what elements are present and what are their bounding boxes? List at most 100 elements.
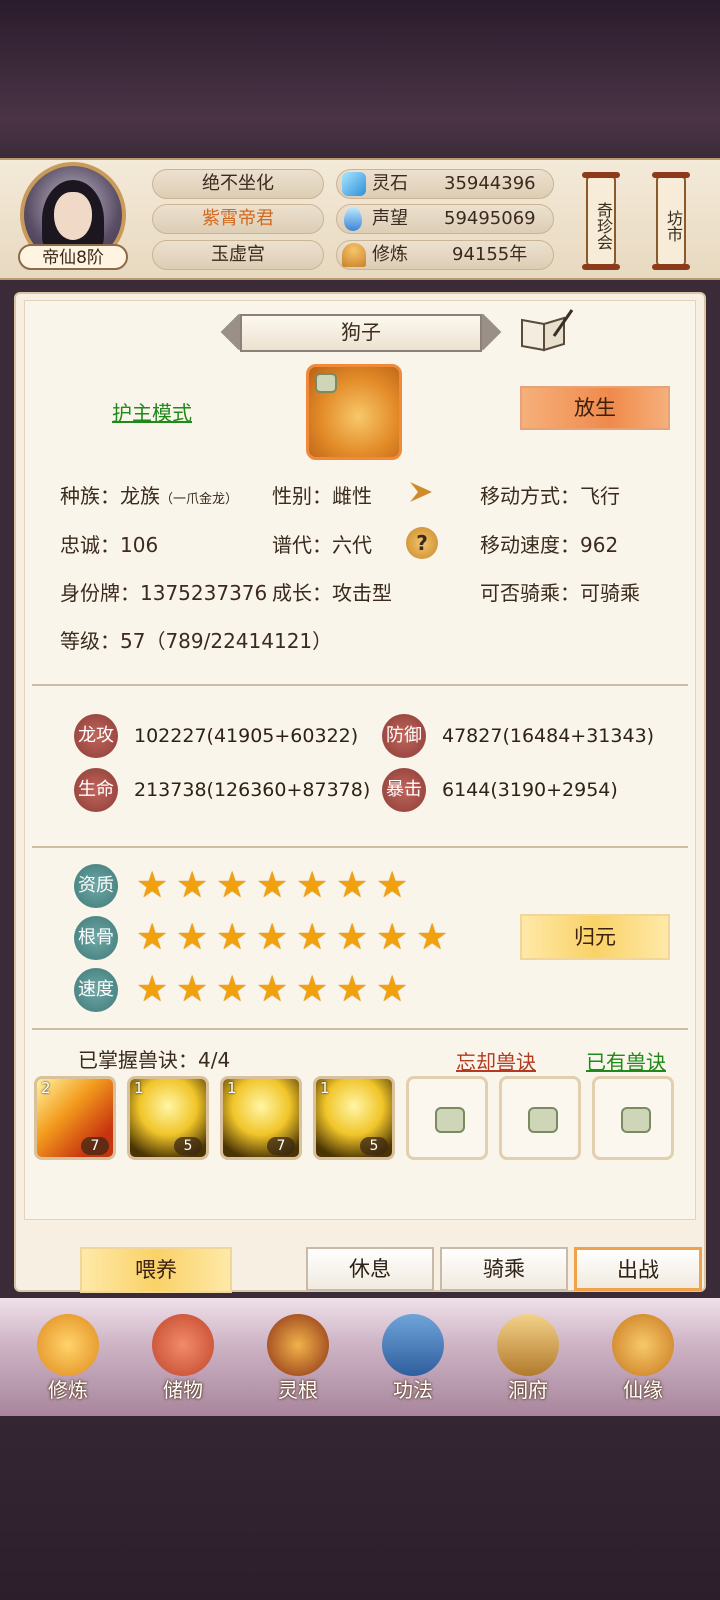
star-icon: ★ [376, 865, 409, 906]
cultivate-icon [37, 1314, 99, 1376]
locked-skill-slot[interactable] [592, 1076, 674, 1160]
star-icon: ★ [336, 969, 369, 1010]
move-type-value: 飞行 [580, 484, 620, 508]
skill-count: 5 [360, 1137, 388, 1155]
skill-level: 1 [134, 1079, 144, 1097]
divider [32, 684, 688, 686]
star-icon: ★ [136, 865, 169, 906]
treasure-pavilion-button[interactable]: 奇珍会 [582, 172, 620, 270]
lock-icon [621, 1107, 651, 1133]
rideable-value: 可骑乘 [580, 581, 640, 605]
locked-skill-slot[interactable] [499, 1076, 581, 1160]
id-row: 身份牌：1375237376 [60, 579, 267, 607]
star-icon: ★ [296, 865, 329, 906]
stat-badge: 防御 [382, 714, 426, 758]
locked-skill-slot[interactable] [406, 1076, 488, 1160]
player-name: 绝不坐化 [152, 169, 324, 199]
player-title: 紫霄帝君 [152, 204, 324, 234]
nav-item-cultivate[interactable]: 修炼 [18, 1306, 118, 1416]
rideable-row: 可否骑乘：可骑乘 [480, 579, 640, 607]
skill-slot[interactable]: 15 [127, 1076, 209, 1160]
skill-count: 7 [267, 1137, 295, 1155]
divider [32, 846, 688, 848]
talent-badge: 速度 [74, 968, 118, 1012]
star-icon: ★ [136, 969, 169, 1010]
currency-label: 灵石 [372, 173, 408, 194]
battle-button[interactable]: 出战 [574, 1247, 702, 1291]
pet-name[interactable]: 狗子 [240, 314, 482, 352]
move-speed-value: 962 [580, 533, 619, 557]
star-icon: ★ [216, 969, 249, 1010]
nav-item-cave-mansion[interactable]: 洞府 [478, 1306, 578, 1416]
release-button[interactable]: 放生 [520, 386, 670, 430]
star-icon: ★ [216, 865, 249, 906]
star-icon: ★ [336, 865, 369, 906]
race-subtype: （一爪金龙） [160, 492, 239, 507]
nav-label: 洞府 [508, 1378, 548, 1402]
stat-value: 213738(126360+87378) [134, 779, 371, 801]
star-icon: ★ [336, 917, 369, 958]
loyalty-label: 忠诚： [60, 533, 120, 557]
level-value: 57（789/22414121） [120, 629, 333, 653]
loyalty-row: 忠诚：106 [60, 531, 158, 559]
rename-book-icon[interactable] [518, 306, 574, 354]
stat-badge: 生命 [74, 768, 118, 812]
market-button[interactable]: 坊市 [652, 172, 690, 270]
stat-badge: 暴击 [382, 768, 426, 812]
move-speed-row: 移动速度：962 [480, 531, 618, 559]
pet-portrait[interactable] [306, 364, 402, 460]
currency-value: 35944396 [444, 173, 536, 194]
nav-label: 修炼 [48, 1378, 88, 1402]
gender-row: 性别：雌性 [272, 482, 372, 510]
storage-bag-icon [152, 1314, 214, 1376]
growth-row: 成长：攻击型 [272, 579, 392, 607]
nav-item-technique-book[interactable]: 功法 [363, 1306, 463, 1416]
currency-label: 修炼 [372, 244, 408, 265]
skill-count: 5 [174, 1137, 202, 1155]
level-label: 等级： [60, 629, 120, 653]
feed-button[interactable]: 喂养 [80, 1247, 232, 1293]
gender-label: 性别： [272, 484, 332, 508]
pet-name-banner: 狗子 [218, 312, 504, 354]
nav-item-destiny-gourd[interactable]: 仙缘 [593, 1306, 693, 1416]
rideable-label: 可否骑乘： [480, 581, 580, 605]
switch-arrow-icon[interactable] [406, 478, 438, 506]
prestige-icon [344, 207, 362, 231]
race-row: 种族：龙族（一爪金龙） [60, 482, 238, 514]
return-origin-button[interactable]: 归元 [520, 914, 670, 960]
rest-button[interactable]: 休息 [306, 1247, 434, 1291]
help-icon[interactable]: ? [406, 527, 438, 559]
nav-item-storage-bag[interactable]: 储物 [133, 1306, 233, 1416]
skill-slot[interactable]: 27 [34, 1076, 116, 1160]
stat-badge: 龙攻 [74, 714, 118, 758]
ride-button[interactable]: 骑乘 [440, 1247, 568, 1291]
nav-label: 灵根 [278, 1378, 318, 1402]
nav-item-spirit-root[interactable]: 灵根 [248, 1306, 348, 1416]
player-rank: 帝仙8阶 [18, 244, 128, 270]
star-icon: ★ [416, 917, 449, 958]
skill-slot[interactable]: 17 [220, 1076, 302, 1160]
skill-count: 7 [81, 1137, 109, 1155]
generation-value: 六代 [332, 533, 372, 557]
technique-book-icon [382, 1314, 444, 1376]
star-icon: ★ [376, 969, 409, 1010]
forget-skill-link[interactable]: 忘却兽诀 [456, 1046, 536, 1075]
guard-mode-link[interactable]: 护主模式 [112, 397, 192, 426]
star-icon: ★ [136, 917, 169, 958]
star-icon: ★ [256, 969, 289, 1010]
player-sect: 玉虚宫 [152, 240, 324, 270]
spirit-stone-icon [342, 172, 366, 196]
growth-value: 攻击型 [332, 581, 392, 605]
owned-skills-link[interactable]: 已有兽诀 [586, 1046, 666, 1075]
talent-badge: 根骨 [74, 916, 118, 960]
star-icon: ★ [216, 917, 249, 958]
skills-mastered: 已掌握兽诀：4/4 [78, 1048, 231, 1072]
lock-icon [435, 1107, 465, 1133]
race-label: 种族： [60, 484, 120, 508]
skill-slot[interactable]: 15 [313, 1076, 395, 1160]
generation-label: 谱代： [272, 533, 332, 557]
nav-label: 储物 [163, 1378, 203, 1402]
star-icon: ★ [256, 865, 289, 906]
lock-icon [528, 1107, 558, 1133]
generation-row: 谱代：六代 [272, 531, 372, 559]
